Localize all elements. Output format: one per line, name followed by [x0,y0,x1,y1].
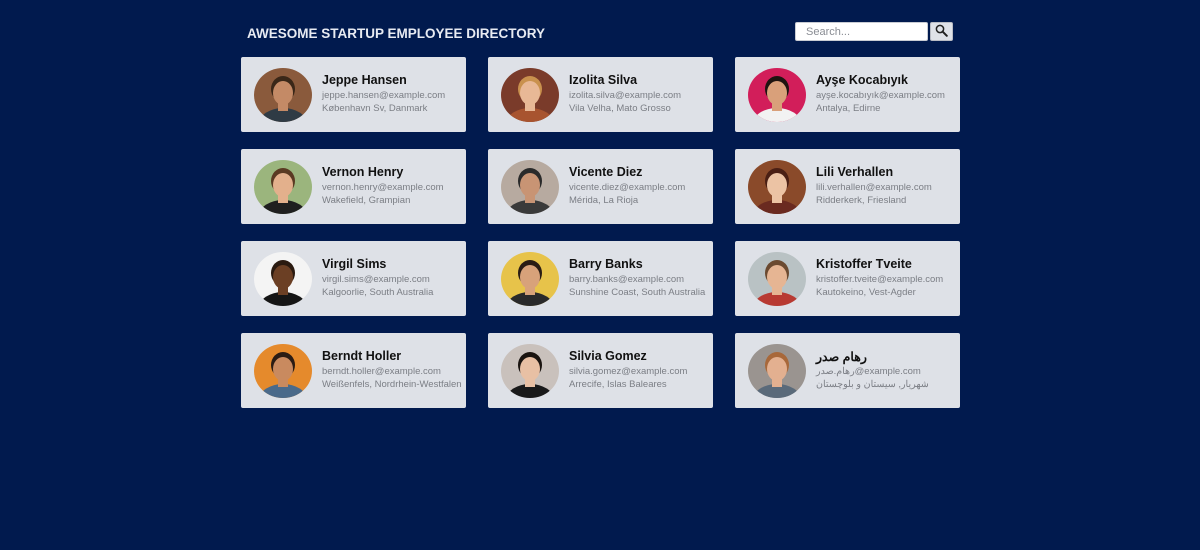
employee-email: vicente.diez@example.com [569,182,686,193]
employee-email: ayşe.kocabıyık@example.com [816,90,945,101]
avatar [254,68,312,122]
employee-card[interactable]: Lili Verhallen lili.verhallen@example.com… [735,149,960,224]
magnifier-icon [935,24,948,40]
employee-name: Virgil Sims [322,257,387,271]
employee-email: izolita.silva@example.com [569,90,682,101]
employee-location: Ridderkerk, Friesland [816,195,907,206]
employee-card[interactable]: رهام صدر رهام.صدر@example.com شهریار, سیست… [735,333,960,408]
employee-location: København Sv, Danmark [322,103,428,114]
employee-email: berndt.holler@example.com [322,366,441,377]
employee-card[interactable]: Silvia Gomez silvia.gomez@example.com Arre… [488,333,713,408]
avatar [748,344,806,398]
employee-card[interactable]: Barry Banks barry.banks@example.com Sunshi… [488,241,713,316]
search-button[interactable] [930,22,953,41]
employee-location: Wakefield, Grampian [322,195,411,206]
employee-card[interactable]: Virgil Sims virgil.sims@example.com Kalgoo… [241,241,466,316]
employee-location: Arrecife, Islas Baleares [569,379,667,390]
employee-name: Berndt Holler [322,349,402,363]
employee-name: Izolita Silva [569,73,638,87]
employee-location: Kautokeino, Vest-Agder [816,287,916,298]
employee-email: vernon.henry@example.com [322,182,444,193]
avatar [501,68,559,122]
page-title: AWESOME STARTUP EMPLOYEE DIRECTORY [247,26,546,41]
employee-card[interactable]: Vernon Henry vernon.henry@example.com Wake… [241,149,466,224]
avatar [501,160,559,214]
employee-name: Ayşe Kocabıyık [816,73,908,87]
header: AWESOME STARTUP EMPLOYEE DIRECTORY [0,0,1200,56]
employee-card[interactable]: Vicente Diez vicente.diez@example.com Méri… [488,149,713,224]
employee-name: Vicente Diez [569,165,643,179]
search-input[interactable] [795,22,928,41]
employee-name: Barry Banks [569,257,643,271]
employee-card[interactable]: Ayşe Kocabıyık ayşe.kocabıyık@example.com… [735,57,960,132]
employee-email: kristoffer.tveite@example.com [816,274,944,285]
employee-location: Kalgoorlie, South Australia [322,287,434,298]
avatar [254,344,312,398]
employee-card[interactable]: Berndt Holler berndt.holler@example.com We… [241,333,466,408]
employee-location: Vila Velha, Mato Grosso [569,103,671,114]
avatar [748,252,806,306]
avatar [254,160,312,214]
employee-location: شهریار, سیستان و بلوچستان [816,379,929,390]
employee-location: Weißenfels, Nordrhein-Westfalen [322,379,462,390]
employee-location: Antalya, Edirne [816,103,881,114]
employee-name: Jeppe Hansen [322,73,407,87]
employee-name: Kristoffer Tveite [816,257,912,271]
employee-grid: Jeppe Hansen jeppe.hansen@example.com Købe… [241,57,960,408]
employee-card[interactable]: Kristoffer Tveite kristoffer.tveite@examp… [735,241,960,316]
avatar [254,252,312,306]
employee-email: virgil.sims@example.com [322,274,430,285]
employee-email: رهام.صدر@example.com [816,366,921,377]
employee-name: Silvia Gomez [569,349,647,363]
avatar [501,344,559,398]
employee-email: lili.verhallen@example.com [816,182,932,193]
employee-email: silvia.gomez@example.com [569,366,688,377]
avatar [501,252,559,306]
employee-location: Mérida, La Rioja [569,195,639,206]
employee-location: Sunshine Coast, South Australia [569,287,706,298]
employee-card[interactable]: Jeppe Hansen jeppe.hansen@example.com Købe… [241,57,466,132]
employee-name: Lili Verhallen [816,165,894,179]
employee-name: Vernon Henry [322,165,404,179]
employee-email: barry.banks@example.com [569,274,685,285]
avatar [748,68,806,122]
employee-name: رهام صدر [816,350,867,364]
employee-email: jeppe.hansen@example.com [322,90,446,101]
employee-card[interactable]: Izolita Silva izolita.silva@example.com Vi… [488,57,713,132]
avatar [748,160,806,214]
